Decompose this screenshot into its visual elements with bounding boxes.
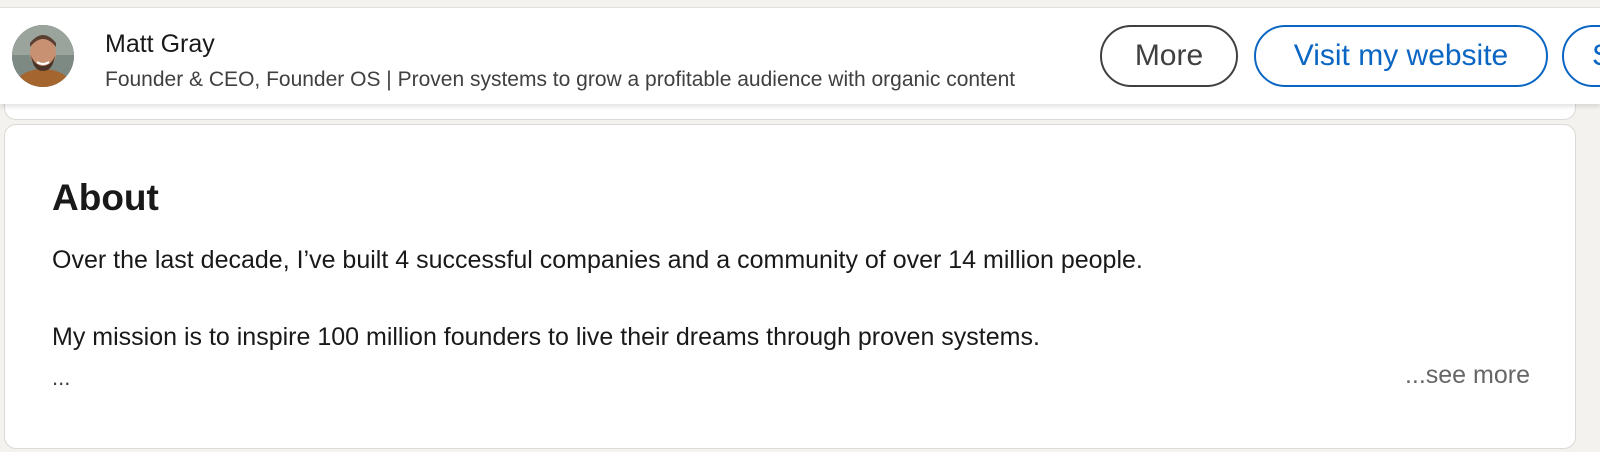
about-section: About Over the last decade, I’ve built 4… (4, 124, 1576, 449)
profile-avatar[interactable] (12, 25, 74, 87)
about-paragraph: My mission is to inspire 100 million fou… (52, 323, 1040, 351)
see-more-link[interactable]: ...see more (1405, 361, 1530, 390)
about-heading: About (52, 177, 159, 218)
visit-website-button[interactable]: Visit my website (1254, 25, 1548, 87)
profile-headline: Founder & CEO, Founder OS | Proven syste… (105, 68, 1016, 91)
sticky-profile-header: Matt Gray Founder & CEO, Founder OS | Pr… (0, 7, 1600, 104)
partial-action-button[interactable]: S (1562, 25, 1600, 87)
more-button[interactable]: More (1100, 25, 1238, 87)
about-paragraph: Over the last decade, I’ve built 4 succe… (52, 246, 1143, 274)
about-truncation-ellipsis: ... (52, 365, 71, 390)
profile-name: Matt Gray (105, 30, 215, 58)
profile-page: Matt Gray Founder & CEO, Founder OS | Pr… (0, 0, 1600, 452)
